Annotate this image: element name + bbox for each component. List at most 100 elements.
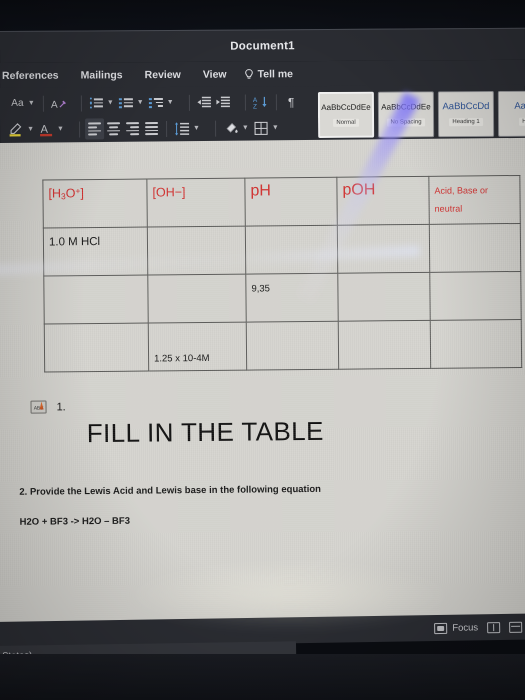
shading-icon xyxy=(226,123,238,133)
clear-formatting-icon: A xyxy=(51,99,66,110)
web-layout-button[interactable] xyxy=(509,621,523,633)
table-row[interactable]: 1.0 M HCl xyxy=(43,223,521,277)
table-cell: 1.25 x 10-4M xyxy=(148,322,247,372)
change-case-chevron-down-icon[interactable]: ▼ xyxy=(27,100,38,107)
web-layout-icon xyxy=(509,621,523,633)
highlight-chevron-down-icon[interactable]: ▼ xyxy=(26,126,37,133)
divider xyxy=(165,120,167,137)
style-heading-1[interactable]: AaBbCcDd Heading 1 xyxy=(437,90,495,138)
bullet-list-chevron-down-icon[interactable]: ▼ xyxy=(106,99,117,106)
table-cell: pH xyxy=(244,177,338,227)
sort-button[interactable]: A Z xyxy=(251,91,271,112)
table-cell xyxy=(337,272,431,322)
justify-button[interactable] xyxy=(142,118,161,139)
change-case-label: Aa xyxy=(11,97,24,109)
list-marker-row: ABC 1. xyxy=(30,400,66,414)
bullet-list-button[interactable] xyxy=(87,92,106,113)
laptop-screen-photo: Document1 References Mailings Review Vie… xyxy=(0,0,525,700)
bottom-bezel xyxy=(0,654,525,700)
style-no-spacing[interactable]: AaBbCcDdEe No Spacing xyxy=(377,91,435,138)
line-spacing-icon xyxy=(174,121,189,136)
header-h3o: [H3O+] xyxy=(48,185,84,202)
text-highlight-icon xyxy=(9,123,22,137)
table-cell xyxy=(246,321,339,371)
text-highlight-button[interactable] xyxy=(6,119,26,140)
font-color-button[interactable]: A xyxy=(37,119,56,140)
title-bar: Document1 xyxy=(0,27,525,63)
svg-text:A: A xyxy=(51,99,58,110)
style-sample: AaBbCcDdEe xyxy=(381,101,431,112)
decrease-indent-button[interactable] xyxy=(195,92,214,113)
document-heading[interactable]: FILL IN THE TABLE xyxy=(87,416,324,449)
sort-az-icon: A Z xyxy=(253,96,267,109)
increase-indent-button[interactable] xyxy=(214,92,233,113)
align-right-button[interactable] xyxy=(123,118,142,139)
tab-references[interactable]: References xyxy=(0,66,70,86)
tell-me-button[interactable]: Tell me xyxy=(238,68,293,81)
tab-view[interactable]: View xyxy=(192,65,238,85)
cell-value: 1.0 M HCl xyxy=(48,235,101,249)
style-name: Normal xyxy=(333,118,359,127)
bullet-list-icon xyxy=(89,97,104,109)
table-cell xyxy=(147,226,246,276)
style-sample: AaBbCcDdEe xyxy=(321,102,371,112)
equation-text[interactable]: H2O + BF3 -> H2O – BF3 xyxy=(20,516,130,528)
window-title: Document1 xyxy=(230,39,295,53)
cell-value-oh: 1.25 x 10-4M xyxy=(154,352,210,365)
align-left-button[interactable] xyxy=(84,118,105,140)
line-spacing-button[interactable] xyxy=(172,118,192,139)
align-center-button[interactable] xyxy=(104,118,123,139)
read-mode-button[interactable] xyxy=(487,621,501,633)
styles-gallery: AaBbCcDdEe Normal AaBbCcDdEe No Spacing … xyxy=(317,90,525,138)
font-color-chevron-down-icon[interactable]: ▼ xyxy=(56,126,67,133)
table-cell xyxy=(338,320,431,370)
borders-chevron-down-icon[interactable]: ▼ xyxy=(271,124,282,131)
align-left-icon xyxy=(87,122,101,136)
style-heading-2[interactable]: AaBb He xyxy=(497,90,525,137)
table-row[interactable]: 1.25 x 10-4M xyxy=(44,319,522,373)
multilevel-list-chevron-down-icon[interactable]: ▼ xyxy=(166,99,177,106)
font-color-icon: A xyxy=(40,124,53,137)
show-formatting-marks-button[interactable]: ¶ xyxy=(282,91,301,112)
table-cell xyxy=(430,319,522,369)
divider xyxy=(275,93,277,110)
shading-chevron-down-icon[interactable]: ▼ xyxy=(241,124,252,131)
line-spacing-chevron-down-icon[interactable]: ▼ xyxy=(192,125,203,132)
table-cell: [H3O+] xyxy=(42,179,148,229)
shading-button[interactable] xyxy=(221,118,241,139)
cell-value-ph: 9,35 xyxy=(251,283,270,295)
style-name: No Spacing xyxy=(387,117,425,127)
table-cell: pOH xyxy=(336,176,430,226)
tab-mailings[interactable]: Mailings xyxy=(70,65,134,85)
proofing-label: ABC xyxy=(33,405,44,412)
table-cell: Acid, Base or neutral xyxy=(428,175,521,225)
borders-icon xyxy=(254,121,268,135)
borders-button[interactable] xyxy=(252,117,271,138)
divider xyxy=(78,121,80,138)
table-cell: [OH−] xyxy=(146,178,246,228)
numbered-list-chevron-down-icon[interactable]: ▼ xyxy=(136,99,147,106)
multilevel-list-button[interactable] xyxy=(147,92,166,113)
spellcheck-abc-icon[interactable]: ABC xyxy=(30,400,47,414)
table-cell xyxy=(429,223,521,273)
clear-formatting-button[interactable]: A xyxy=(49,93,69,114)
style-normal[interactable]: AaBbCcDdEe Normal xyxy=(317,91,375,138)
chemistry-table[interactable]: [H3O+] [OH−] pH pOH Acid, Base or neutra… xyxy=(42,175,522,373)
numbered-list-icon xyxy=(119,97,134,108)
change-case-button[interactable]: Aa xyxy=(8,93,27,114)
justify-icon xyxy=(144,122,158,135)
tab-review[interactable]: Review xyxy=(134,65,192,85)
increase-indent-icon xyxy=(216,96,230,108)
table-row-header[interactable]: [H3O+] [OH−] pH pOH Acid, Base or neutra… xyxy=(42,175,521,229)
style-sample: AaBb xyxy=(514,100,525,112)
table-cell xyxy=(44,323,149,373)
numbered-list-button[interactable] xyxy=(117,92,136,113)
header-acid-base-neutral: Acid, Base or neutral xyxy=(434,185,489,214)
focus-button[interactable]: Focus xyxy=(434,622,478,634)
table-cell: 9,35 xyxy=(245,273,339,323)
table-cell xyxy=(337,224,430,274)
question-2-text[interactable]: 2. Provide the Lewis Acid and Lewis base… xyxy=(19,484,321,498)
table-row[interactable]: 9,35 xyxy=(43,271,522,325)
divider xyxy=(214,120,216,137)
document-page[interactable]: [H3O+] [OH−] pH pOH Acid, Base or neutra… xyxy=(0,137,525,630)
